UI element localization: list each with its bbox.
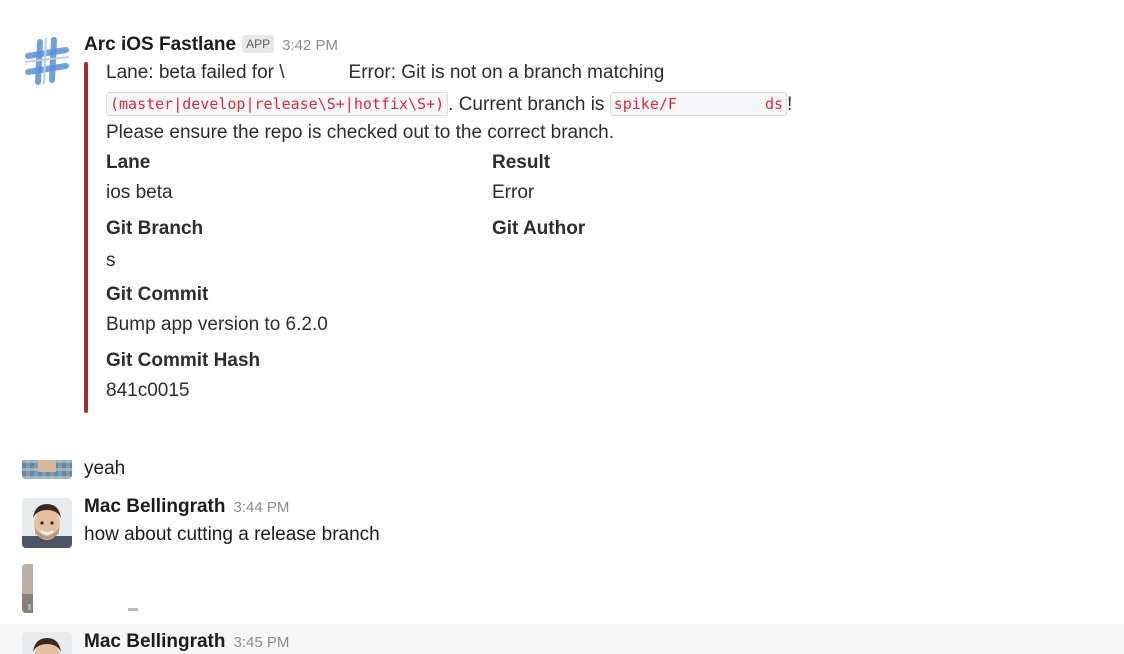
user-avatar-icon [22, 498, 72, 548]
attachment-text-line-3: Please ensure the repo is checked out to… [106, 122, 615, 143]
error-text: Error: Git is not on a branch matching [348, 62, 665, 83]
sender-name[interactable]: Mac Bellingrath [84, 631, 225, 653]
fastlane-logo-icon [22, 36, 72, 86]
current-branch-code: spike/F ds [609, 92, 787, 116]
message-text: yeah [84, 458, 126, 479]
field-git-author-title: Git Author [492, 218, 586, 239]
exclamation-text: ! [787, 94, 793, 115]
user-avatar-icon [22, 460, 72, 479]
message-text: how about cutting a release branch [84, 524, 380, 545]
sender-name[interactable]: Mac Bellingrath [84, 496, 225, 518]
field-git-branch-title: Git Branch [106, 218, 204, 239]
current-branch-text: . Current branch is [448, 94, 605, 115]
avatar[interactable] [22, 632, 72, 654]
message-timestamp[interactable]: 3:45 PM [233, 634, 289, 651]
avatar[interactable] [22, 564, 33, 613]
sender-name[interactable]: Arc iOS Fastlane [84, 34, 236, 56]
avatar[interactable] [22, 498, 72, 548]
field-result-title: Result [492, 152, 551, 173]
attachment-text-line-2: (master|develop|release\S+|hotfix\S+). C… [106, 92, 792, 116]
field-git-commit-title: Git Commit [106, 284, 209, 305]
field-git-commit-value: Bump app version to 6.2.0 [106, 314, 328, 335]
cropped-text-fragment [128, 608, 138, 611]
redacted-region [284, 62, 349, 84]
user-avatar-icon [22, 564, 33, 613]
lane-failed-text: Lane: beta failed for \ [106, 62, 285, 83]
field-result-value: Error [492, 182, 535, 203]
attachment-accent-bar [84, 62, 88, 413]
fastlane-app-avatar[interactable] [22, 36, 72, 86]
field-lane-title: Lane [106, 152, 151, 173]
field-git-commit-hash-value: 841c0015 [106, 380, 190, 401]
app-message-header: Arc iOS Fastlane APP 3:42 PM [84, 34, 338, 60]
user-avatar-icon [22, 632, 72, 654]
field-git-commit-hash-title: Git Commit Hash [106, 350, 261, 371]
message-header: Mac Bellingrath 3:44 PM [84, 496, 289, 518]
field-git-branch-value: s [106, 250, 116, 266]
field-lane-value: ios beta [106, 182, 173, 203]
message-header: Mac Bellingrath 3:45 PM [84, 631, 289, 653]
avatar[interactable] [22, 460, 72, 479]
message-timestamp[interactable]: 3:42 PM [282, 37, 338, 54]
message-timestamp[interactable]: 3:44 PM [233, 499, 289, 516]
branch-pattern-code: (master|develop|release\S+|hotfix\S+) [106, 92, 449, 116]
attachment-text-line-1: Lane: beta failed for \ Error: Git is no… [106, 62, 664, 84]
app-badge: APP [242, 35, 275, 53]
